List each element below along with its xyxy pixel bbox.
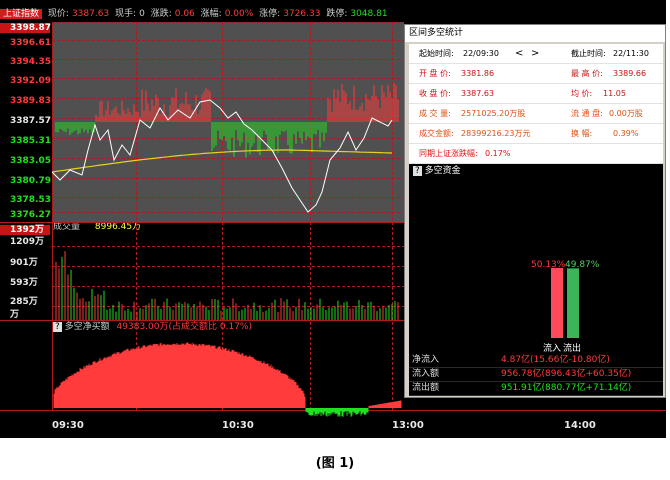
close-value: 3387.63 — [461, 89, 495, 98]
turnover-value: 0.39% — [613, 129, 639, 138]
open-label: 开 盘 价: — [419, 69, 451, 78]
inflow-amount-row: 流入额 956.78亿(896.43亿+60.35亿) — [409, 368, 663, 382]
time-tick: 10:30 — [222, 420, 254, 431]
vol-value: 2571025.20万股 — [461, 109, 526, 118]
time-tick: 14:00 — [564, 420, 596, 431]
outflow-pct-label: 49.87% — [565, 260, 600, 270]
amount-turnover-row: 成交金额: 28399216.23万元 换 幅: 0.39% — [409, 124, 663, 144]
net-value: 4.87亿(15.66亿-10.80亿) — [501, 355, 610, 365]
close-avg-row: 收 盘 价: 3387.63 均 价: 11.05 — [409, 84, 663, 104]
compare-value: 0.17% — [485, 149, 511, 158]
flow-help-icon[interactable]: ? — [413, 166, 422, 176]
start-label: 起始时间: — [419, 49, 454, 58]
float-label: 流 通 盘: — [571, 109, 603, 118]
avg-value: 11.05 — [603, 89, 626, 98]
start-value: 22/09:30 — [463, 49, 499, 58]
end-label: 截止时间: — [571, 49, 606, 58]
net-flow-row: 净流入 4.87亿(15.66亿-10.80亿) — [409, 354, 663, 368]
dialog-title: 区间多空统计 — [405, 25, 665, 42]
time-range-row: 起始时间: 22/09:30 < > 截止时间: 22/11:30 — [409, 44, 663, 64]
float-value: 0.00万股 — [609, 109, 643, 118]
close-label: 收 盘 价: — [419, 89, 451, 98]
out-label: 流出额 — [412, 383, 440, 393]
volume-float-row: 成 交 量: 2571025.20万股 流 通 盘: 0.00万股 — [409, 104, 663, 124]
amount-value: 28399216.23万元 — [461, 129, 531, 138]
next-arrow-button[interactable]: > — [531, 44, 539, 63]
outflow-axis-label: 流出 — [563, 344, 582, 354]
high-label: 最 高 价: — [571, 69, 603, 78]
outflow-bar — [567, 268, 579, 338]
market-window: 上证指数 现价: 3387.63 现手: 0 涨跌: 0.06 涨幅: 0.00% 涨停… — [0, 0, 666, 438]
time-tick: 13:00 — [392, 420, 424, 431]
compare-row: 同期上证涨跌幅: 0.17% — [409, 144, 663, 164]
open-value: 3381.86 — [461, 69, 495, 78]
prev-arrow-button[interactable]: < — [515, 44, 523, 63]
in-value: 956.78亿(896.43亿+60.35亿) — [501, 369, 632, 379]
interval-stats-dialog[interactable]: 区间多空统计 起始时间: 22/09:30 < > 截止时间: 22/11:30… — [404, 24, 666, 398]
high-value: 3389.66 — [613, 69, 647, 78]
avg-label: 均 价: — [571, 89, 593, 98]
flow-title: 多空资金 — [424, 166, 461, 176]
net-label: 净流入 — [412, 355, 440, 365]
time-tick: 09:30 — [52, 420, 84, 431]
inflow-pct-label: 50.13% — [531, 260, 566, 270]
vol-label: 成 交 量: — [419, 109, 451, 118]
compare-label: 同期上证涨跌幅: — [419, 149, 478, 158]
open-high-row: 开 盘 价: 3381.86 最 高 价: 3389.66 — [409, 64, 663, 84]
in-label: 流入额 — [412, 369, 440, 379]
out-value: 951.91亿(880.77亿+71.14亿) — [501, 383, 632, 393]
inflow-bar — [551, 268, 563, 338]
turnover-label: 换 幅: — [571, 129, 593, 138]
outflow-amount-row: 流出额 951.91亿(880.77亿+71.14亿) — [409, 382, 663, 396]
inflow-axis-label: 流入 — [543, 344, 562, 354]
end-value: 22/11:30 — [613, 49, 649, 58]
figure-caption: (图 1) — [315, 456, 355, 471]
flow-header: ? 多空资金 — [409, 164, 663, 178]
flow-panel: 50.13% 49.87% 流入 流出 净流入 4.87亿(15.66亿-10.… — [409, 178, 663, 396]
amount-label: 成交金额: — [419, 129, 454, 138]
